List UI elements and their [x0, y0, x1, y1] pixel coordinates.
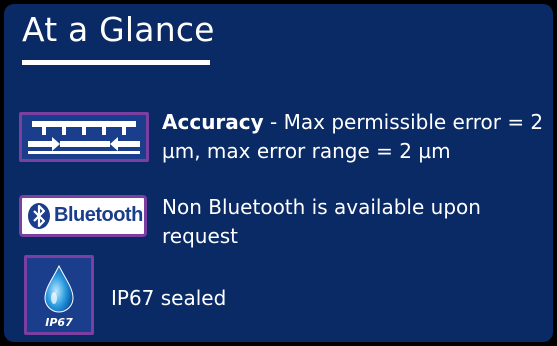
at-a-glance-panel: At a Glance Accuracy - Max permissible e… [4, 4, 553, 342]
accuracy-description: Accuracy - Max permissible error = 2 µm,… [162, 108, 547, 166]
bluetooth-icon-frame: Bluetooth [19, 195, 147, 237]
caliper-scale-icon [22, 115, 146, 159]
accuracy-icon-frame [19, 112, 149, 162]
ip67-description: IP67 sealed [111, 286, 227, 310]
ip67-badge: IP67 [45, 316, 73, 329]
title-underline [22, 60, 210, 65]
page-title: At a Glance [22, 10, 215, 49]
bluetooth-logo-icon [28, 203, 50, 229]
bluetooth-wordmark: Bluetooth [54, 204, 143, 226]
ip67-icon-frame: IP67 [24, 255, 94, 335]
accuracy-label: Accuracy [162, 110, 264, 134]
bluetooth-description: Non Bluetooth is available upon request [162, 195, 481, 248]
